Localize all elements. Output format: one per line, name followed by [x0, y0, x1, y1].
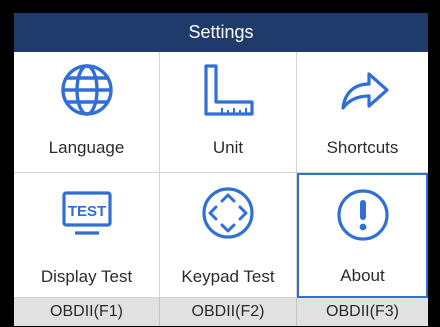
ruler-icon: [200, 62, 256, 118]
f2-button[interactable]: OBDII(F2): [160, 298, 297, 326]
tile-label: Shortcuts: [326, 138, 399, 157]
tile-shortcuts[interactable]: Shortcuts: [297, 52, 428, 173]
tile-unit[interactable]: Unit: [160, 52, 297, 173]
tile-label: Display Test: [40, 267, 133, 286]
page-title: Settings: [14, 13, 428, 52]
tile-label: Keypad Test: [181, 267, 275, 286]
tile-label: Unit: [212, 138, 244, 157]
share-arrow-icon: [335, 62, 391, 118]
tile-about[interactable]: About: [297, 173, 428, 298]
settings-grid: Language Unit Shortcuts TEST Display Tes…: [14, 52, 428, 298]
info-exclamation-icon: [335, 187, 391, 243]
tile-label: Language: [48, 138, 125, 157]
keypad-icon: [200, 185, 256, 241]
settings-screen: Settings Language Unit Shortcuts TEST Di…: [14, 13, 428, 326]
tile-keypad-test[interactable]: Keypad Test: [160, 173, 297, 298]
f3-button[interactable]: OBDII(F3): [297, 298, 428, 326]
display-test-icon-text: TEST: [67, 203, 105, 220]
globe-icon: [59, 62, 115, 118]
f1-button[interactable]: OBDII(F1): [14, 298, 160, 326]
tile-label: About: [340, 266, 385, 285]
display-test-icon: TEST: [59, 185, 115, 241]
function-key-bar: OBDII(F1) OBDII(F2) OBDII(F3): [14, 298, 428, 326]
tile-language[interactable]: Language: [14, 52, 160, 173]
tile-display-test[interactable]: TEST Display Test: [14, 173, 160, 298]
